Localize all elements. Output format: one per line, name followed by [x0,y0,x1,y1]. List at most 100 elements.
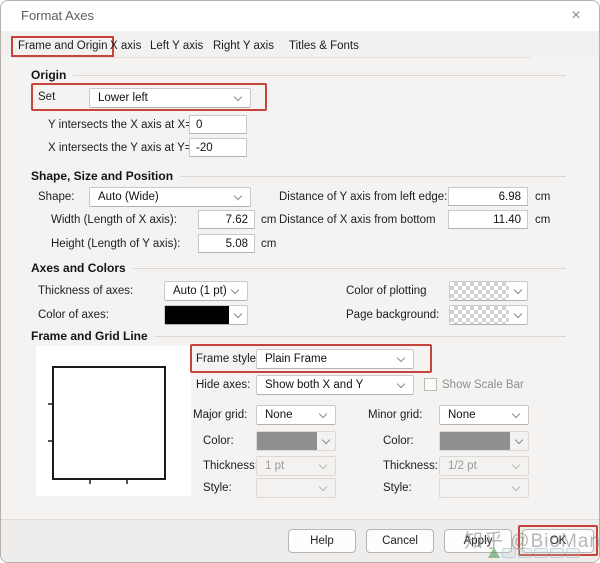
tab-left-y-axis[interactable]: Left Y axis [143,36,210,57]
x-intersect-input[interactable] [189,138,247,157]
dist-y-input[interactable] [448,187,528,206]
major-style-dropdown [256,478,336,498]
chevron-down-icon [513,285,523,294]
thickness-axes-dropdown[interactable]: Auto (1 pt) [164,281,248,301]
tab-right-y-axis[interactable]: Right Y axis [206,36,281,57]
chevron-down-icon [318,482,328,491]
chevron-down-icon [513,309,523,318]
tab-frame-and-origin[interactable]: Frame and Origin [11,36,115,57]
width-label: Width (Length of X axis): [51,214,177,226]
transparent-color-swatch [450,282,509,300]
shape-value: Auto (Wide) [98,191,159,203]
close-icon[interactable]: × [565,6,587,26]
dist-y-unit: cm [535,191,551,203]
major-thickness-dropdown: 1 pt [256,456,336,476]
minor-color-label: Color: [383,435,414,447]
chevron-down-icon [511,460,521,469]
cancel-button[interactable]: Cancel [366,529,434,553]
y-intersect-input[interactable] [189,115,247,134]
tabstrip-divider [13,57,531,58]
minor-color-dropdown [439,431,529,451]
major-grid-label: Major grid: [193,409,248,421]
origin-header: Origin [31,68,566,82]
minor-grid-value: None [448,409,476,421]
frame-style-dropdown[interactable]: Plain Frame [256,349,414,369]
chevron-down-icon [233,309,243,318]
origin-set-dropdown[interactable]: Lower left [89,88,251,108]
minor-style-label: Style: [383,482,412,494]
axes-colors-header: Axes and Colors [31,261,566,275]
format-axes-dialog: Format Axes × Frame and Origin X axis Le… [0,0,600,563]
shape-label: Shape: [38,191,75,203]
major-color-dropdown [256,431,336,451]
title-bar: Format Axes × [1,1,599,31]
minor-grid-dropdown[interactable]: None [439,405,529,425]
chevron-down-icon [396,379,406,388]
height-unit: cm [261,238,277,250]
tab-titles-fonts[interactable]: Titles & Fonts [282,36,366,57]
major-thickness-label: Thickness: [203,460,258,472]
major-thickness-value: 1 pt [265,460,285,472]
hide-axes-label: Hide axes: [196,379,251,391]
major-grid-value: None [265,409,293,421]
chevron-down-icon [396,353,406,362]
color-plotting-label: Color of plotting [346,285,427,297]
width-input[interactable] [198,210,255,229]
chevron-down-icon [511,409,521,418]
gray-color-swatch [257,432,317,450]
minor-thickness-dropdown: 1/2 pt [439,456,529,476]
show-scale-bar-label: Show Scale Bar [442,379,524,391]
transparent-color-swatch [450,306,509,324]
gray-color-swatch [440,432,510,450]
help-button[interactable]: Help [288,529,356,553]
dist-x-label: Distance of X axis from bottom [279,214,436,226]
dist-y-label: Distance of Y axis from left edge: [279,191,448,203]
thickness-axes-label: Thickness of axes: [38,285,134,297]
page-background-dropdown[interactable] [449,305,528,325]
minor-style-dropdown [439,478,529,498]
frame-preview [36,346,191,496]
apply-button[interactable]: Apply [444,529,512,553]
ok-button[interactable]: OK [522,529,594,553]
chevron-down-icon [233,191,243,200]
major-color-label: Color: [203,435,234,447]
chevron-down-icon [511,482,521,491]
major-grid-dropdown[interactable]: None [256,405,336,425]
thickness-axes-value: Auto (1 pt) [173,285,226,297]
color-axes-label: Color of axes: [38,309,109,321]
height-input[interactable] [198,234,255,253]
chevron-down-icon [321,435,331,444]
hide-axes-value: Show both X and Y [265,379,364,391]
color-plotting-dropdown[interactable] [449,281,528,301]
chevron-down-icon [318,409,328,418]
minor-thickness-value: 1/2 pt [448,460,477,472]
show-scale-bar-checkbox [424,378,437,391]
minor-grid-label: Minor grid: [368,409,423,421]
frame-preview-plot [48,366,166,484]
dialog-title: Format Axes [21,8,94,23]
height-label: Height (Length of Y axis): [51,238,181,250]
chevron-down-icon [318,460,328,469]
y-intersect-label: Y intersects the X axis at X= [48,119,192,131]
x-intersect-label: X intersects the Y axis at Y= [48,142,192,154]
set-label: Set [38,91,56,103]
frame-style-value: Plain Frame [265,353,327,365]
frame-grid-header: Frame and Grid Line [31,329,566,343]
black-color-swatch [165,306,229,324]
color-axes-dropdown[interactable] [164,305,248,325]
tab-x-axis[interactable]: X axis [103,36,148,57]
major-style-label: Style: [203,482,232,494]
width-unit: cm [261,214,277,226]
minor-thickness-label: Thickness: [383,460,438,472]
page-background-label: Page background: [346,309,440,321]
shape-header: Shape, Size and Position [31,169,566,183]
frame-style-label: Frame style: [196,353,260,365]
chevron-down-icon [514,435,524,444]
origin-set-value: Lower left [98,92,148,104]
hide-axes-dropdown[interactable]: Show both X and Y [256,375,414,395]
chevron-down-icon [233,92,243,101]
dist-x-unit: cm [535,214,551,226]
dist-x-input[interactable] [448,210,528,229]
chevron-down-icon [230,285,240,294]
shape-dropdown[interactable]: Auto (Wide) [89,187,251,207]
